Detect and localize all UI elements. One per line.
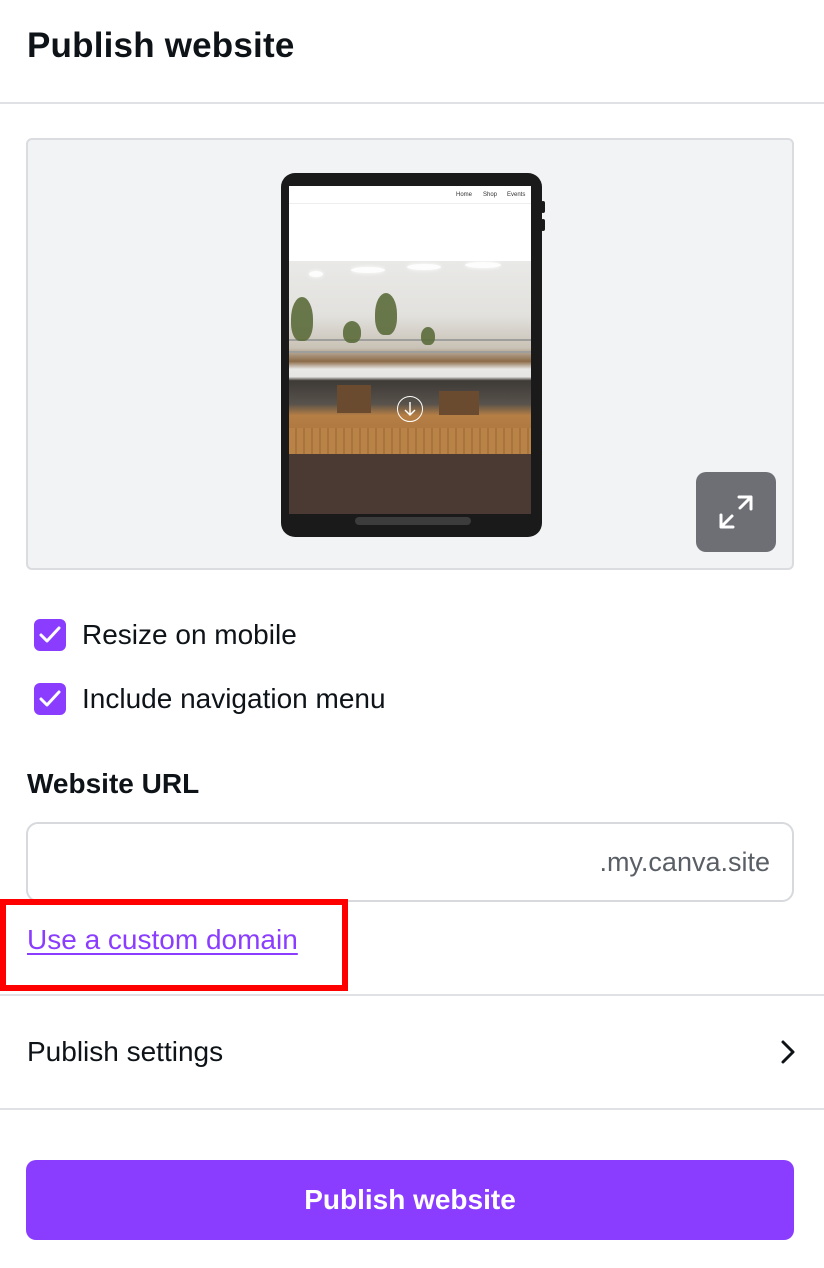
site-nav-events: Events: [507, 192, 526, 198]
tablet-screen: Home Shop Events: [289, 186, 531, 514]
expand-arrows-icon: [719, 495, 753, 529]
website-preview: Home Shop Events: [26, 138, 794, 570]
tablet-side-button: [541, 201, 545, 213]
publish-settings-row[interactable]: Publish settings: [0, 994, 824, 1110]
panel-header: Publish website: [0, 0, 824, 104]
hero-photo: [289, 261, 531, 454]
footer-block: [289, 454, 531, 514]
panel-title: Publish website: [27, 26, 295, 65]
arrow-down-circle-icon: [397, 396, 423, 422]
website-url-label: Website URL: [27, 768, 200, 799]
tablet-mockup: Home Shop Events: [281, 173, 545, 537]
include-navigation-menu-checkbox[interactable]: [34, 683, 66, 715]
site-nav-shop: Shop: [483, 192, 498, 198]
checkmark-icon: [39, 690, 61, 707]
tablet-home-bar: [355, 517, 471, 525]
publish-website-panel: Publish website Home Shop Events Resize …: [0, 0, 824, 1268]
use-custom-domain-link[interactable]: Use a custom domain: [27, 924, 298, 956]
resize-on-mobile-label: Resize on mobile: [82, 619, 297, 650]
tablet-side-button: [541, 219, 545, 231]
site-nav: Home Shop Events: [289, 186, 531, 204]
chevron-right-icon: [781, 1040, 795, 1064]
counter: [289, 428, 531, 454]
checkmark-icon: [39, 626, 61, 643]
site-nav-home: Home: [456, 192, 473, 198]
include-navigation-menu-label: Include navigation menu: [82, 683, 386, 714]
website-url-input[interactable]: [28, 824, 600, 900]
expand-preview-button[interactable]: [696, 472, 776, 552]
publish-settings-label: Publish settings: [27, 1036, 224, 1067]
website-url-field[interactable]: .my.canva.site: [26, 822, 794, 902]
publish-website-button[interactable]: Publish website: [26, 1160, 794, 1240]
option-include-navigation-menu[interactable]: Include navigation menu: [34, 682, 386, 716]
url-suffix: .my.canva.site: [599, 846, 770, 877]
resize-on-mobile-checkbox[interactable]: [34, 619, 66, 651]
option-resize-on-mobile[interactable]: Resize on mobile: [34, 618, 297, 652]
